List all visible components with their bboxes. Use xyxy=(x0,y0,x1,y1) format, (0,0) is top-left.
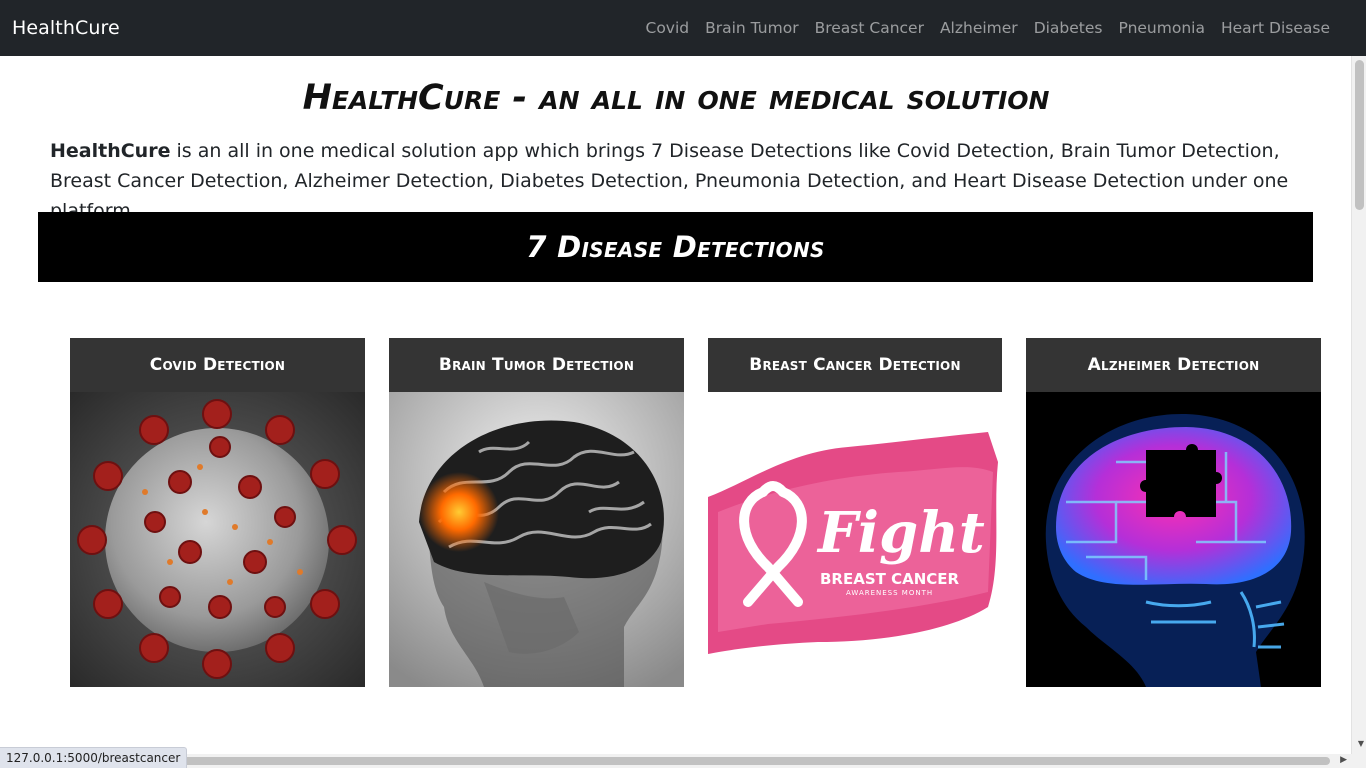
awareness-month-text: AWARENESS MONTH xyxy=(846,589,933,597)
scroll-down-arrow-icon[interactable]: ▼ xyxy=(1358,739,1364,748)
nav-link-diabetes[interactable]: Diabetes xyxy=(1026,16,1111,40)
vertical-scrollbar-thumb[interactable] xyxy=(1355,60,1364,210)
nav-link-heart-disease[interactable]: Heart Disease xyxy=(1213,16,1338,40)
coronavirus-image[interactable] xyxy=(70,392,365,687)
nav-links: Covid Brain Tumor Breast Cancer Alzheime… xyxy=(638,16,1339,40)
status-bar-url: 127.0.0.1:5000/breastcancer xyxy=(0,747,188,768)
nav-link-pneumonia[interactable]: Pneumonia xyxy=(1111,16,1213,40)
brain-xray-illustration xyxy=(389,392,684,687)
pink-ribbon-fight-illustration: Fight BREAST CANCER AWARENESS MONTH xyxy=(708,392,1002,687)
card-breast-cancer-detection[interactable]: Breast Cancer Detection Fight BREAST CAN… xyxy=(708,338,1002,687)
brain-tumor-image[interactable] xyxy=(389,392,684,687)
card-title: Brain Tumor Detection xyxy=(389,338,684,392)
nav-link-brain-tumor[interactable]: Brain Tumor xyxy=(697,16,806,40)
vertical-scrollbar[interactable]: ▼ xyxy=(1351,56,1366,754)
brand-link[interactable]: HealthCure xyxy=(12,14,120,42)
card-covid-detection[interactable]: Covid Detection xyxy=(70,338,365,687)
card-title: Covid Detection xyxy=(70,338,365,392)
horizontal-scrollbar-thumb[interactable] xyxy=(180,757,1330,765)
card-title: Breast Cancer Detection xyxy=(708,338,1002,392)
horizontal-scrollbar[interactable]: ▶ xyxy=(0,754,1351,768)
card-title: Alzheimer Detection xyxy=(1026,338,1321,392)
top-navbar: HealthCure Covid Brain Tumor Breast Canc… xyxy=(0,0,1366,56)
nav-link-alzheimer[interactable]: Alzheimer xyxy=(932,16,1026,40)
coronavirus-illustration xyxy=(70,392,365,687)
scrollbar-corner xyxy=(1351,754,1366,768)
breast-cancer-image[interactable]: Fight BREAST CANCER AWARENESS MONTH xyxy=(708,392,1002,687)
card-alzheimer-detection[interactable]: Alzheimer Detection xyxy=(1026,338,1321,687)
intro-brand: HealthCure xyxy=(50,140,171,162)
nav-link-covid[interactable]: Covid xyxy=(638,16,698,40)
brain-puzzle-xray-illustration xyxy=(1026,392,1321,687)
breast-cancer-text: BREAST CANCER xyxy=(820,570,960,588)
section-heading: 7 Disease Detections xyxy=(526,230,825,264)
intro-text: is an all in one medical solution app wh… xyxy=(50,140,1289,222)
section-banner: 7 Disease Detections xyxy=(38,212,1313,282)
page-title: HealthCure - an all in one medical solut… xyxy=(302,78,1050,118)
fight-text: Fight xyxy=(816,500,985,566)
alzheimer-image[interactable] xyxy=(1026,392,1321,687)
scroll-right-arrow-icon[interactable]: ▶ xyxy=(1340,755,1347,765)
nav-link-breast-cancer[interactable]: Breast Cancer xyxy=(807,16,932,40)
card-brain-tumor-detection[interactable]: Brain Tumor Detection xyxy=(389,338,684,687)
